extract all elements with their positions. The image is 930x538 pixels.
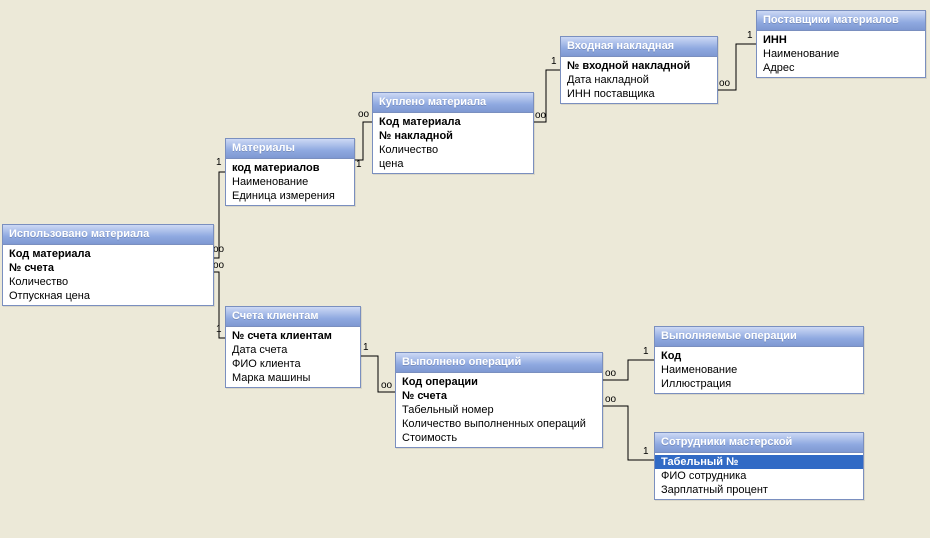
rel-label-one: 1 (363, 343, 369, 353)
rel-label-many: оо (605, 395, 616, 405)
field[interactable]: Табельный номер (396, 403, 602, 417)
entity-workshop-staff[interactable]: Сотрудники мастерской Табельный № ФИО со… (654, 432, 864, 500)
field[interactable]: Количество (3, 275, 213, 289)
field-key[interactable]: Код материала (373, 115, 533, 129)
entity-title[interactable]: Счета клиентам (226, 307, 360, 327)
entity-title[interactable]: Поставщики материалов (757, 11, 925, 31)
rel-label-one: 1 (356, 160, 362, 170)
rel-label-many: оо (535, 111, 546, 121)
entity-purchased-material[interactable]: Куплено материала Код материала № наклад… (372, 92, 534, 174)
rel-label-many: оо (358, 110, 369, 120)
entity-title[interactable]: Куплено материала (373, 93, 533, 113)
entity-materials[interactable]: Материалы код материалов Наименование Ед… (225, 138, 355, 206)
entity-title[interactable]: Входная накладная (561, 37, 717, 57)
field[interactable]: Иллюстрация (655, 377, 863, 391)
field[interactable]: Наименование (757, 47, 925, 61)
field[interactable]: цена (373, 157, 533, 171)
field[interactable]: Количество (373, 143, 533, 157)
entity-operations-done[interactable]: Выполнено операций Код операции № счета … (395, 352, 603, 448)
field[interactable]: Отпускная цена (3, 289, 213, 303)
field-key[interactable]: Код (655, 349, 863, 363)
field[interactable]: Стоимость (396, 431, 602, 445)
entity-client-invoices[interactable]: Счета клиентам № счета клиентам Дата сче… (225, 306, 361, 388)
field-key[interactable]: код материалов (226, 161, 354, 175)
rel-label-one: 1 (643, 347, 649, 357)
field[interactable]: Единица измерения (226, 189, 354, 203)
rel-label-many: оо (605, 369, 616, 379)
field-key[interactable]: № входной накладной (561, 59, 717, 73)
field-key[interactable]: ИНН (757, 33, 925, 47)
rel-label-one: 1 (216, 158, 222, 168)
field[interactable]: Дата счета (226, 343, 360, 357)
field[interactable]: Дата накладной (561, 73, 717, 87)
field[interactable]: Наименование (655, 363, 863, 377)
rel-label-many: оо (213, 261, 224, 271)
rel-label-many: оо (719, 79, 730, 89)
field[interactable]: Марка машины (226, 371, 360, 385)
rel-label-one: 1 (643, 447, 649, 457)
entity-title[interactable]: Выполняемые операции (655, 327, 863, 347)
field[interactable]: ИНН поставщика (561, 87, 717, 101)
entity-operation-types[interactable]: Выполняемые операции Код Наименование Ил… (654, 326, 864, 394)
field[interactable]: ФИО сотрудника (655, 469, 863, 483)
field-key[interactable]: № счета (396, 389, 602, 403)
entity-suppliers[interactable]: Поставщики материалов ИНН Наименование А… (756, 10, 926, 78)
rel-label-one: 1 (747, 31, 753, 41)
field-key[interactable]: № счета (3, 261, 213, 275)
entity-title[interactable]: Выполнено операций (396, 353, 602, 373)
entity-used-material[interactable]: Использовано материала Код материала № с… (2, 224, 214, 306)
field[interactable]: Наименование (226, 175, 354, 189)
rel-label-many: оо (381, 381, 392, 391)
field[interactable]: ФИО клиента (226, 357, 360, 371)
field[interactable]: Адрес (757, 61, 925, 75)
field[interactable]: Количество выполненных операций (396, 417, 602, 431)
rel-label-one: 1 (216, 325, 222, 335)
field-key-selected[interactable]: Табельный № (655, 455, 863, 469)
rel-label-many: оо (213, 245, 224, 255)
field-key[interactable]: № счета клиентам (226, 329, 360, 343)
rel-label-one: 1 (551, 57, 557, 67)
entity-title[interactable]: Материалы (226, 139, 354, 159)
entity-title[interactable]: Сотрудники мастерской (655, 433, 863, 453)
entity-incoming-invoice[interactable]: Входная накладная № входной накладной Да… (560, 36, 718, 104)
field-key[interactable]: Код материала (3, 247, 213, 261)
field-key[interactable]: Код операции (396, 375, 602, 389)
entity-title[interactable]: Использовано материала (3, 225, 213, 245)
field-key[interactable]: № накладной (373, 129, 533, 143)
field[interactable]: Зарплатный процент (655, 483, 863, 497)
